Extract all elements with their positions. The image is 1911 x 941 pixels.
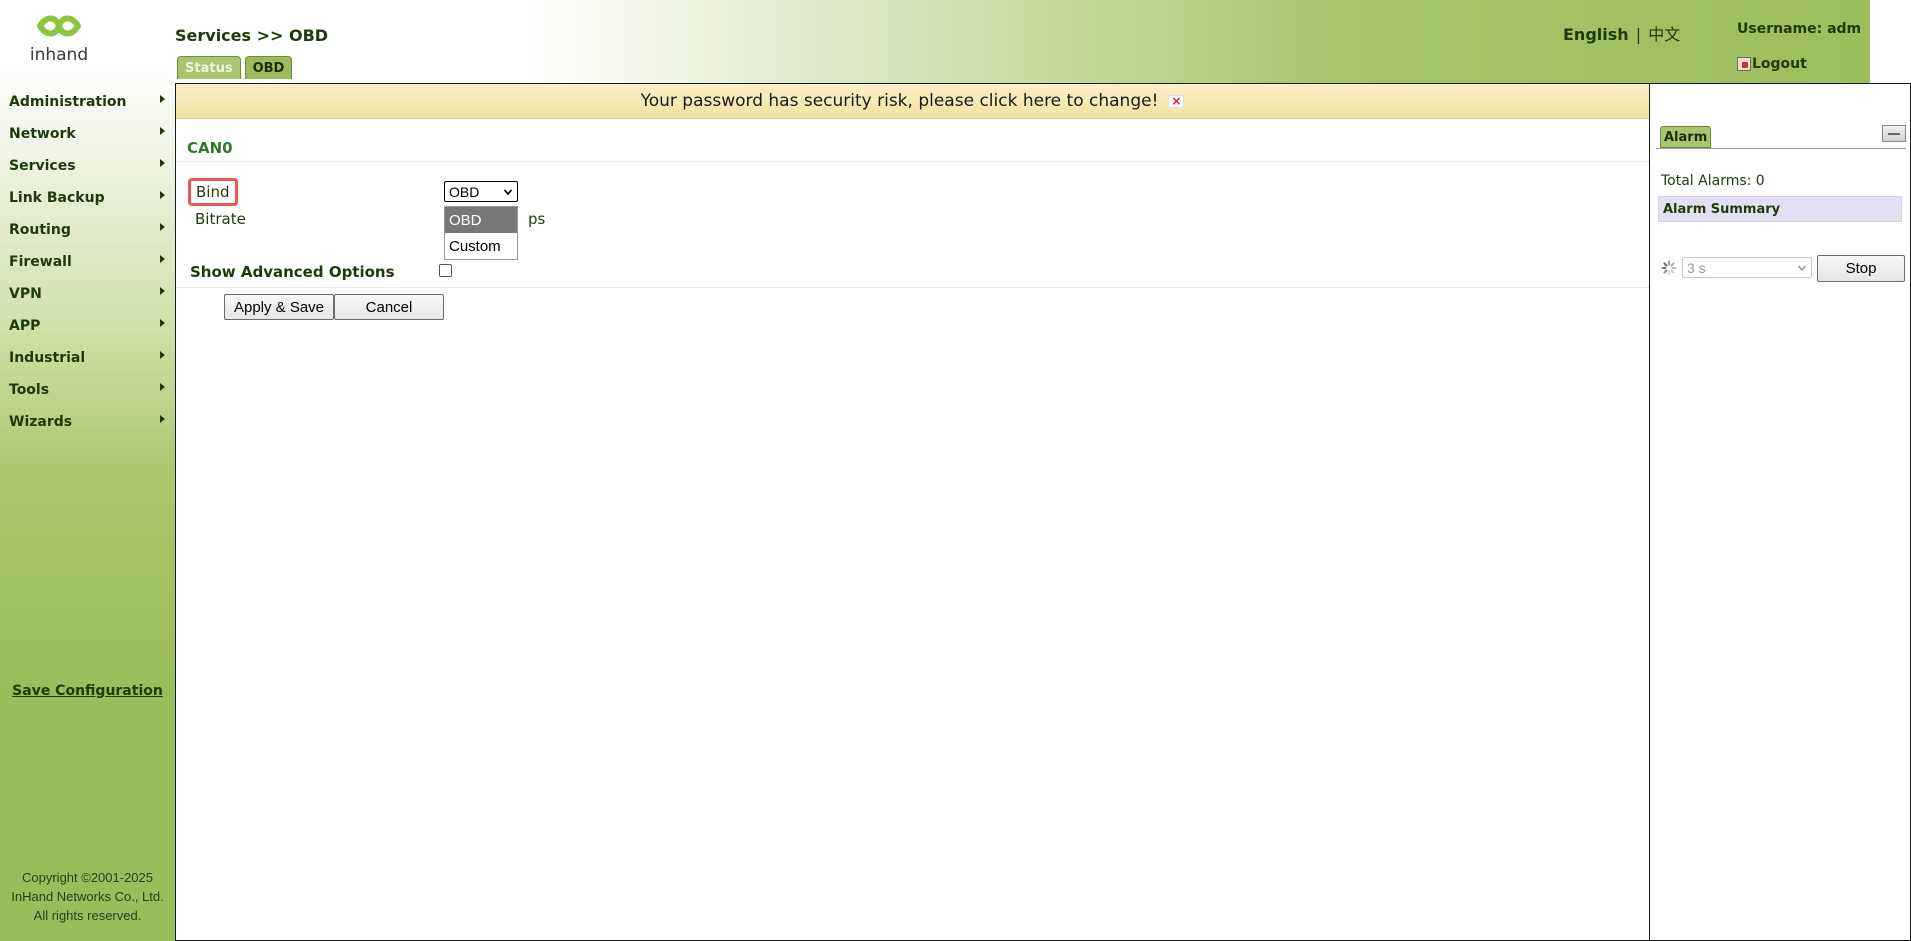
tab-alarm[interactable]: Alarm (1660, 126, 1712, 148)
apply-save-button[interactable]: Apply & Save (224, 294, 334, 320)
cancel-button[interactable]: Cancel (334, 294, 444, 320)
sidebar-item-label: Tools (9, 382, 50, 398)
bind-dropdown-list: OBD Custom (444, 206, 518, 260)
section-divider (176, 287, 1649, 288)
breadcrumb: Services >> OBD (175, 26, 329, 45)
sidebar-item-tools[interactable]: Tools (0, 374, 175, 406)
main-content: Your password has security risk, please … (175, 83, 1650, 941)
bitrate-unit: ps (528, 210, 546, 228)
chevron-right-icon (160, 191, 165, 199)
chevron-right-icon (160, 351, 165, 359)
sidebar-item-link-backup[interactable]: Link Backup (0, 182, 175, 214)
section-divider (176, 161, 1649, 162)
app-root: inhand Administration Network Services L… (0, 0, 1911, 941)
language-switcher: English | 中文 (1563, 21, 1680, 45)
stop-button[interactable]: Stop (1817, 255, 1905, 282)
chevron-right-icon (160, 95, 165, 103)
sidebar: inhand Administration Network Services L… (0, 0, 175, 941)
sidebar-item-label: Services (9, 158, 76, 174)
sidebar-item-services[interactable]: Services (0, 150, 175, 182)
bitrate-label: Bitrate (195, 210, 246, 228)
page-tabs: Status OBD (177, 56, 293, 79)
sidebar-item-label: Wizards (9, 414, 73, 430)
sidebar-item-app[interactable]: APP (0, 310, 175, 342)
lang-english-link[interactable]: English (1563, 25, 1629, 44)
password-warning-text[interactable]: Your password has security risk, please … (641, 91, 1159, 111)
svg-text:inhand: inhand (30, 45, 88, 65)
show-advanced-options-checkbox[interactable] (439, 264, 452, 277)
bind-select[interactable]: OBD (444, 181, 518, 202)
lang-separator: | (1635, 25, 1642, 44)
show-advanced-options-label: Show Advanced Options (190, 263, 395, 281)
alarm-panel: Alarm Total Alarms: 0 Alarm Summary 3 s … (1650, 83, 1911, 941)
alarm-summary-header: Alarm Summary (1658, 196, 1902, 222)
chevron-right-icon (160, 415, 165, 423)
logout-link[interactable]: Logout (1737, 56, 1807, 72)
copyright-line: InHand Networks Co., Ltd. (11, 889, 164, 904)
sidebar-item-wizards[interactable]: Wizards (0, 406, 175, 438)
sidebar-item-label: VPN (9, 286, 42, 302)
sidebar-item-label: Industrial (9, 350, 86, 366)
chevron-right-icon (160, 287, 165, 295)
total-alarms: Total Alarms: 0 (1661, 173, 1765, 189)
logout-label: Logout (1752, 56, 1807, 72)
chevron-down-icon (1798, 265, 1806, 272)
collapse-panel-button[interactable] (1882, 125, 1906, 142)
loading-spinner-icon (1661, 260, 1677, 276)
sidebar-item-label: Link Backup (9, 190, 105, 206)
chevron-right-icon (160, 255, 165, 263)
sidebar-item-industrial[interactable]: Industrial (0, 342, 175, 374)
tab-obd[interactable]: OBD (244, 56, 293, 79)
section-title-can0: CAN0 (187, 139, 233, 157)
sidebar-item-vpn[interactable]: VPN (0, 278, 175, 310)
refresh-interval-select[interactable]: 3 s (1682, 257, 1812, 278)
close-icon[interactable]: × (1168, 94, 1185, 108)
tab-status[interactable]: Status (177, 56, 241, 79)
sidebar-item-administration[interactable]: Administration (0, 86, 175, 118)
bind-label: Bind (188, 178, 238, 206)
sidebar-item-network[interactable]: Network (0, 118, 175, 150)
inhand-logo: inhand (30, 15, 88, 65)
sidebar-nav: Administration Network Services Link Bac… (0, 86, 175, 438)
refresh-interval-value: 3 s (1687, 259, 1706, 276)
header-edge (1870, 0, 1911, 84)
sidebar-item-label: Administration (9, 94, 127, 110)
copyright: Copyright ©2001-2025 InHand Networks Co.… (0, 868, 175, 925)
password-warning-banner[interactable]: Your password has security risk, please … (176, 84, 1649, 119)
sidebar-item-label: Network (9, 126, 76, 142)
copyright-line: Copyright ©2001-2025 (22, 870, 153, 885)
chevron-right-icon (160, 319, 165, 327)
logout-icon (1737, 57, 1751, 71)
alarm-tab-divider (1656, 148, 1906, 149)
sidebar-item-label: Firewall (9, 254, 72, 270)
sidebar-item-routing[interactable]: Routing (0, 214, 175, 246)
chevron-right-icon (160, 383, 165, 391)
chevron-right-icon (160, 223, 165, 231)
copyright-line: All rights reserved. (33, 908, 142, 923)
bind-option-obd[interactable]: OBD (445, 207, 517, 233)
lang-chinese-link[interactable]: 中文 (1648, 25, 1680, 44)
sidebar-item-firewall[interactable]: Firewall (0, 246, 175, 278)
chevron-down-icon (504, 189, 512, 196)
bind-select-value: OBD (449, 183, 480, 200)
username-label: Username: adm (1737, 21, 1862, 37)
save-configuration-link[interactable]: Save Configuration (0, 683, 175, 699)
bind-option-custom[interactable]: Custom (445, 233, 517, 259)
sidebar-item-label: Routing (9, 222, 71, 238)
chevron-right-icon (160, 127, 165, 135)
sidebar-item-label: APP (9, 318, 41, 334)
chevron-right-icon (160, 159, 165, 167)
